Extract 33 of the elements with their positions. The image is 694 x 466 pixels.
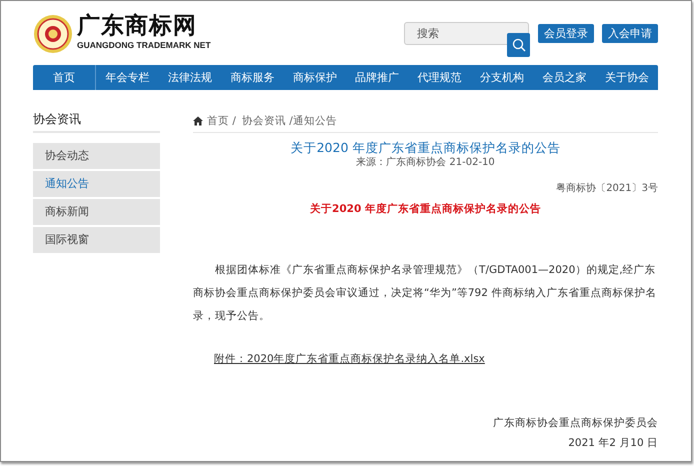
breadcrumb-link[interactable]: 协会资讯 /通知公告	[242, 114, 337, 128]
home-icon	[193, 116, 203, 126]
site-name: 广东商标网	[77, 13, 198, 39]
notice-date: 2021 年2 月10 日	[567, 436, 658, 451]
nav-item[interactable]: 关于协会	[596, 65, 658, 90]
header-button[interactable]: 入会申请	[602, 24, 658, 43]
nav-item[interactable]: 商标保护	[284, 65, 346, 90]
article-title: 关于2020 年度广东省重点商标保护名录的公告	[290, 139, 562, 156]
header-button[interactable]: 会员登录	[538, 24, 594, 43]
document-number: 粤商标协〔2021〕3号	[555, 182, 658, 195]
sidebar-item[interactable]: 国际视窗	[33, 227, 160, 253]
sidebar-item[interactable]: 通知公告	[33, 171, 160, 197]
notice-heading: 关于2020 年度广东省重点商标保护名录的公告	[309, 202, 542, 216]
nav-item[interactable]: 会员之家	[533, 65, 596, 90]
search-field[interactable]: 搜索	[404, 22, 529, 45]
breadcrumb-link[interactable]: 首页 /	[207, 114, 236, 128]
attachment-link[interactable]: 附件：2020年度广东省重点商标保护名录纳入名单.xlsx	[214, 353, 485, 365]
sidebar-title: 协会资讯	[33, 112, 160, 133]
nav-item[interactable]: 品牌推广	[346, 65, 408, 90]
nav-item[interactable]: 代理规范	[408, 65, 471, 90]
notice-paragraph: 根据团体标准《广东省重点商标保护名录管理规范》（T/GDTA001—2020）的规定,经广东商标协会重点商标保护委员会审议通过，决定将“华为”等792 件商标纳入广东省重点商标保护名录，现予公告。	[193, 263, 658, 324]
search-button[interactable]	[507, 33, 530, 57]
nav-item[interactable]: 法律法规	[158, 65, 222, 90]
nav-item[interactable]: 分支机构	[470, 65, 534, 90]
search-icon	[512, 38, 526, 52]
signature: 广东商标协会重点商标保护委员会	[492, 416, 658, 431]
sidebar-item[interactable]: 商标新闻	[33, 199, 160, 225]
emblem-logo-icon	[33, 14, 73, 54]
nav-item[interactable]: 商标服务	[221, 65, 284, 90]
sidebar-item[interactable]: 协会动态	[33, 143, 160, 169]
article-source: 来源：广东商标协会 21-02-10	[355, 156, 496, 169]
nav-item[interactable]: 年会专栏	[96, 65, 159, 90]
site-name-english: GUANGDONG TRADEMARK NET	[77, 39, 211, 51]
